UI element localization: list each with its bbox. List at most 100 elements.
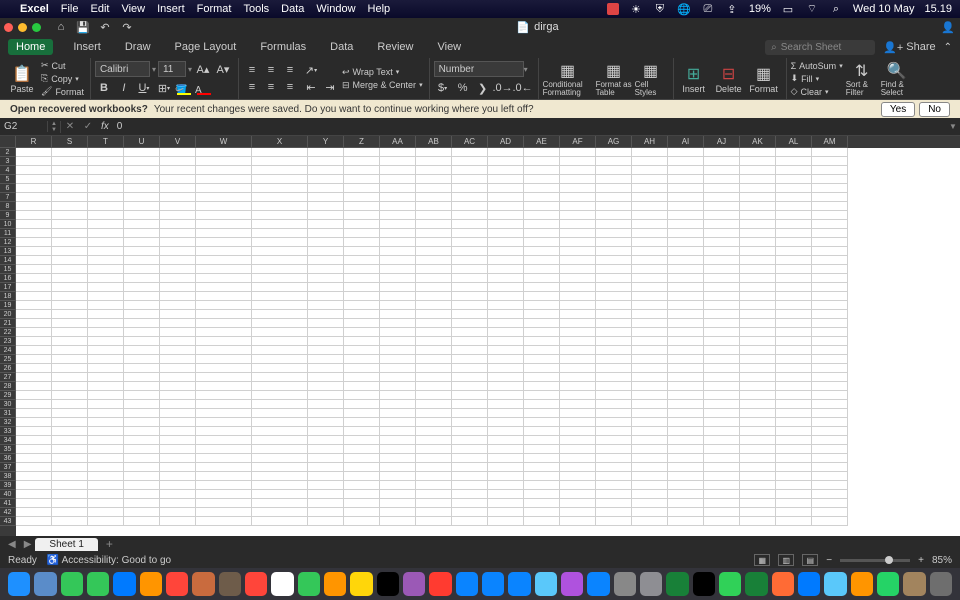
cell-AG21[interactable] — [596, 319, 632, 328]
menu-edit[interactable]: Edit — [90, 3, 109, 15]
cell-AD32[interactable] — [488, 418, 524, 427]
cell-AJ34[interactable] — [704, 436, 740, 445]
cell-Z12[interactable] — [344, 238, 380, 247]
cell-Z19[interactable] — [344, 301, 380, 310]
cell-W15[interactable] — [196, 265, 252, 274]
cell-AF24[interactable] — [560, 346, 596, 355]
cell-AG37[interactable] — [596, 463, 632, 472]
cell-W13[interactable] — [196, 247, 252, 256]
row-header-5[interactable]: 5 — [0, 175, 16, 184]
cell-AL15[interactable] — [776, 265, 812, 274]
cell-Y24[interactable] — [308, 346, 344, 355]
cell-T26[interactable] — [88, 364, 124, 373]
cell-V15[interactable] — [160, 265, 196, 274]
cell-AC30[interactable] — [452, 400, 488, 409]
cell-AM10[interactable] — [812, 220, 848, 229]
cell-AB17[interactable] — [416, 283, 452, 292]
cell-R26[interactable] — [16, 364, 52, 373]
cell-AD3[interactable] — [488, 157, 524, 166]
cell-U9[interactable] — [124, 211, 160, 220]
cell-V3[interactable] — [160, 157, 196, 166]
dock-app-35[interactable] — [930, 572, 952, 596]
cell-AG11[interactable] — [596, 229, 632, 238]
cell-AA39[interactable] — [380, 481, 416, 490]
cell-AA32[interactable] — [380, 418, 416, 427]
cell-T2[interactable] — [88, 148, 124, 157]
cell-AJ4[interactable] — [704, 166, 740, 175]
cell-X37[interactable] — [252, 463, 308, 472]
cell-W21[interactable] — [196, 319, 252, 328]
cell-AG6[interactable] — [596, 184, 632, 193]
cell-AF4[interactable] — [560, 166, 596, 175]
cell-AM38[interactable] — [812, 472, 848, 481]
cell-AG42[interactable] — [596, 508, 632, 517]
cell-T17[interactable] — [88, 283, 124, 292]
cell-AL36[interactable] — [776, 454, 812, 463]
cell-AB42[interactable] — [416, 508, 452, 517]
cell-AE27[interactable] — [524, 373, 560, 382]
cell-R28[interactable] — [16, 382, 52, 391]
cell-R17[interactable] — [16, 283, 52, 292]
cell-AB14[interactable] — [416, 256, 452, 265]
cell-S39[interactable] — [52, 481, 88, 490]
cell-AB6[interactable] — [416, 184, 452, 193]
cell-AB28[interactable] — [416, 382, 452, 391]
cell-S12[interactable] — [52, 238, 88, 247]
cell-AE23[interactable] — [524, 337, 560, 346]
cell-AH20[interactable] — [632, 310, 668, 319]
cell-AC3[interactable] — [452, 157, 488, 166]
cell-AH23[interactable] — [632, 337, 668, 346]
dock-app-2[interactable] — [61, 572, 83, 596]
cell-AJ41[interactable] — [704, 499, 740, 508]
cell-R33[interactable] — [16, 427, 52, 436]
cell-W16[interactable] — [196, 274, 252, 283]
cell-AJ25[interactable] — [704, 355, 740, 364]
cell-R29[interactable] — [16, 391, 52, 400]
cell-AF13[interactable] — [560, 247, 596, 256]
menu-insert[interactable]: Insert — [157, 3, 185, 15]
name-box-dropdown[interactable]: ▲▼ — [48, 121, 61, 133]
dock-app-30[interactable] — [798, 572, 820, 596]
cell-AE41[interactable] — [524, 499, 560, 508]
cell-AF6[interactable] — [560, 184, 596, 193]
row-header-21[interactable]: 21 — [0, 319, 16, 328]
cell-AL34[interactable] — [776, 436, 812, 445]
cell-AI9[interactable] — [668, 211, 704, 220]
cell-AJ15[interactable] — [704, 265, 740, 274]
cell-T15[interactable] — [88, 265, 124, 274]
collapse-ribbon-icon[interactable]: ⌃ — [944, 42, 952, 53]
cell-T20[interactable] — [88, 310, 124, 319]
cell-AI8[interactable] — [668, 202, 704, 211]
wifi-icon[interactable]: ⌔ — [805, 2, 819, 16]
cell-AH18[interactable] — [632, 292, 668, 301]
cell-AD19[interactable] — [488, 301, 524, 310]
cell-AH30[interactable] — [632, 400, 668, 409]
cell-AC6[interactable] — [452, 184, 488, 193]
cell-U23[interactable] — [124, 337, 160, 346]
cell-AE32[interactable] — [524, 418, 560, 427]
cell-AL39[interactable] — [776, 481, 812, 490]
cell-AH25[interactable] — [632, 355, 668, 364]
user-icon[interactable]: 👤 — [940, 19, 956, 35]
cell-AE9[interactable] — [524, 211, 560, 220]
cell-AC15[interactable] — [452, 265, 488, 274]
cell-AC24[interactable] — [452, 346, 488, 355]
cell-Y14[interactable] — [308, 256, 344, 265]
cell-S27[interactable] — [52, 373, 88, 382]
cell-X14[interactable] — [252, 256, 308, 265]
cell-AM14[interactable] — [812, 256, 848, 265]
cell-AJ5[interactable] — [704, 175, 740, 184]
cell-AD18[interactable] — [488, 292, 524, 301]
cell-AB16[interactable] — [416, 274, 452, 283]
cell-AI7[interactable] — [668, 193, 704, 202]
cell-AA43[interactable] — [380, 517, 416, 526]
row-header-24[interactable]: 24 — [0, 346, 16, 355]
cell-AA11[interactable] — [380, 229, 416, 238]
cell-Z33[interactable] — [344, 427, 380, 436]
cell-AG34[interactable] — [596, 436, 632, 445]
cell-AH38[interactable] — [632, 472, 668, 481]
cell-AK6[interactable] — [740, 184, 776, 193]
cell-AF18[interactable] — [560, 292, 596, 301]
sheet-tab-1[interactable]: Sheet 1 — [35, 538, 97, 551]
cell-AI42[interactable] — [668, 508, 704, 517]
